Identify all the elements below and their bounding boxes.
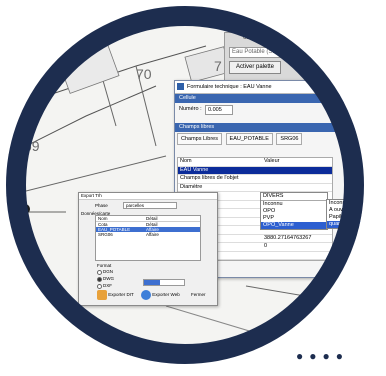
globe-icon [141,289,151,300]
row-name: EAU Vanne [180,166,209,173]
numero-row: Numéro : 0.005 [175,103,355,115]
row-value: 3880.27164763267 [264,234,312,241]
export-title: Export Trh [79,193,217,200]
row-value: 0 [264,243,268,249]
palette-panel: Canalisa... Eau Potable (S... Activer pa… [224,32,311,84]
numero-label: Numéro : [179,106,202,112]
tab-srg06[interactable]: SRG06 [276,133,303,145]
row-name: Champs libres de l'objet [180,175,239,181]
place-select[interactable]: parcelles [123,202,177,209]
radio-dwg-label: DWG [103,276,114,281]
dropdown-selected[interactable]: DIVERS [261,193,327,201]
type-dropdown[interactable]: DIVERS Inconnu OPO PVP OPO_Vanne [260,192,328,230]
export-dit-label: Exporter DIT [108,292,134,297]
radio-dxf-label: DXF [103,283,112,288]
list-header-col2: Détail [146,216,158,221]
grid-header: Nom Valeur [178,158,332,167]
map-export-icon [97,289,107,300]
collapse-icon[interactable] [346,125,351,130]
table-row[interactable]: Champs libres de l'objet [178,175,332,184]
dropdown-option[interactable]: Inconnu [327,200,361,207]
dropdown-option[interactable]: OPO [261,208,327,215]
decorative-dots: ●●●● [296,349,349,363]
grid-header-name: Nom [180,158,192,164]
radio-dgn-label: DGN [103,269,113,274]
row-name: Diamètre [180,183,203,190]
place-label: Phase [95,203,108,208]
tab-champs-libres[interactable]: Champs Libres [177,133,222,145]
parcel-number-69: 69 [24,138,40,154]
form-title-bar: Formulaire technique : EAU Vanne [175,81,355,94]
section-free-fields[interactable]: Champs libres [175,123,355,132]
layers-list: Nom Détail Cota Détail EAU_POTABLE Affai… [95,215,201,261]
dropdown-option[interactable]: Inconnu [261,201,327,208]
close-button[interactable]: Fermer [191,289,206,301]
parcel-number-7: 7 [214,58,222,74]
grid-header-value: Valeur [264,158,280,164]
progress-bar [143,279,185,286]
screenshot-canvas: 70 7 69 de Canalisa... Eau Potable (S...… [0,0,386,376]
dropdown-option[interactable]: OPO_Vanne [261,222,327,229]
palette-header: Canalisa... [243,35,267,41]
dropdown-option[interactable]: Papillon [327,214,361,221]
radio-dwg[interactable] [97,277,102,282]
list-header-col1: Nom [98,216,108,221]
network-select[interactable]: Eau Potable (S... [229,47,293,58]
dropdown-option[interactable]: quart de tour [327,221,361,228]
collapse-icon[interactable] [346,96,351,101]
map-point-marker [20,204,30,214]
export-dit-button[interactable]: Exporter DIT [97,289,134,301]
export-dialog: Export Trh Phase parcelles Données/carte… [78,192,218,306]
activate-palette-button[interactable]: Activer palette [229,61,281,74]
close-label: Fermer [191,292,206,297]
format-label: Format [97,263,112,268]
dropdown-option[interactable]: A ouvrable [327,207,361,214]
export-web-button[interactable]: Exporter Web [141,289,180,301]
form-app-icon [177,83,184,90]
list-item[interactable]: SRG06 Affaire [96,232,200,237]
numero-input[interactable]: 0.005 [205,105,233,115]
progress-fill [144,280,160,285]
circular-frame-content: 70 7 69 de Canalisa... Eau Potable (S...… [6,6,364,364]
radio-dgn[interactable] [97,270,102,275]
parcel-number-70: 70 [136,66,152,82]
section-cell[interactable]: Cellule [175,94,355,103]
section-cell-label: Cellule [179,95,196,101]
free-fields-tabs: Champs Libres EAU_POTABLE SRG06 [175,132,355,146]
form-title: Formulaire technique : EAU Vanne [187,84,272,90]
table-row[interactable]: EAU Vanne [178,166,332,175]
section-free-label: Champs libres [179,124,215,130]
list-item-b: Affaire [146,232,159,237]
table-row[interactable]: Diamètre [178,183,332,192]
street-label-de: de [218,342,234,358]
tab-eau-potable[interactable]: EAU_POTABLE [225,133,273,145]
subtype-dropdown-list[interactable]: Inconnu A ouvrable Papillon quart de tou… [326,199,362,229]
dropdown-option[interactable]: PVP [261,215,327,222]
export-web-label: Exporter Web [152,292,180,297]
list-item-a: SRG06 [98,232,113,237]
